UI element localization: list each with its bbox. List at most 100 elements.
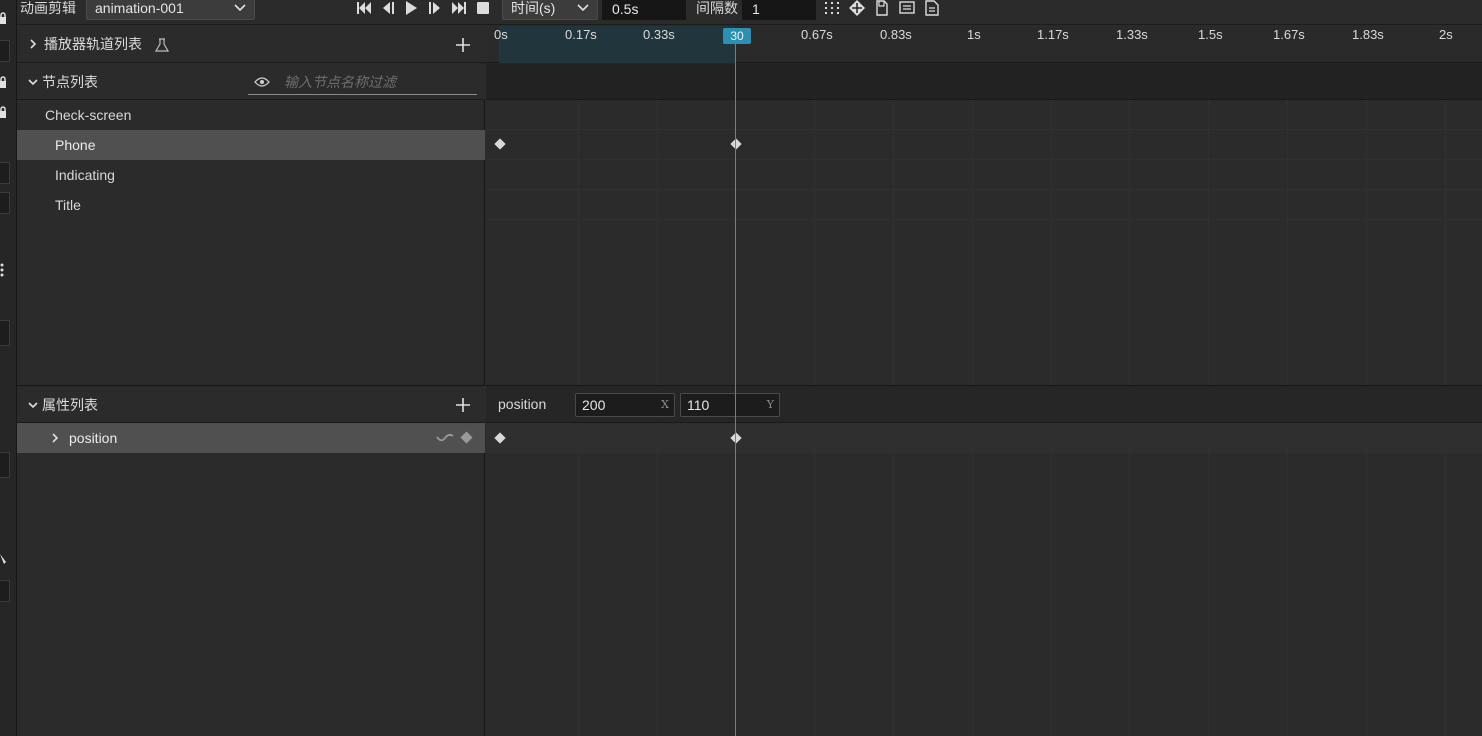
current-time-input[interactable]: 0.5s (602, 0, 686, 20)
tick-label: 1.67s (1273, 27, 1305, 42)
time-ruler[interactable]: 0s 0.17s 0.33s 0.67s 0.83s 1s 1.17s 1.33… (486, 26, 1482, 63)
jump-first-icon[interactable] (356, 0, 372, 16)
position-x-input[interactable]: 200 X (575, 393, 675, 417)
time-mode-value: 时间(s) (511, 0, 556, 16)
node-label: Indicating (55, 167, 115, 183)
row-divider (486, 129, 1482, 130)
property-keyframe-area[interactable] (486, 423, 1482, 736)
grid-line (1445, 100, 1446, 385)
chevron-down-icon[interactable] (28, 400, 38, 410)
grid-line (1051, 423, 1052, 736)
keyboard-icon[interactable] (899, 0, 915, 16)
playhead-line[interactable] (735, 44, 736, 736)
clip-select[interactable]: animation-001 (86, 0, 255, 20)
node-filter-input[interactable]: 输入节点名称过滤 (248, 70, 477, 95)
file-icon[interactable] (874, 0, 890, 16)
lock-icon[interactable] (0, 106, 8, 118)
timeline-panel: 0s 0.17s 0.33s 0.67s 0.83s 1s 1.17s 1.33… (486, 26, 1482, 736)
property-editor-name: position (498, 396, 547, 412)
tick-label: 0.83s (880, 27, 912, 42)
property-label: position (69, 430, 118, 446)
property-row-position[interactable]: position (17, 423, 485, 453)
grid-line (1287, 100, 1288, 385)
x-axis-label: X (661, 398, 669, 411)
node-row-title[interactable]: Title (17, 190, 485, 220)
document-icon[interactable] (924, 0, 940, 16)
grid-line (578, 423, 579, 736)
node-row-indicating[interactable]: Indicating (17, 160, 485, 190)
jump-last-icon[interactable] (451, 0, 467, 16)
tick-label: 0.17s (565, 27, 597, 42)
node-label: Title (55, 197, 81, 213)
grid-line (1287, 423, 1288, 736)
curve-icon[interactable] (436, 433, 454, 443)
keyframe-phone-start[interactable] (494, 138, 506, 150)
node-keyframe-area[interactable] (486, 100, 1482, 385)
animation-toolbar: 动画剪辑 animation-001 时间(s) 0.5s 间隔数 1 (17, 0, 1482, 25)
node-filter-placeholder: 输入节点名称过滤 (284, 74, 396, 90)
node-row-check-screen[interactable]: Check-screen (17, 100, 485, 130)
node-list-title: 节点列表 (42, 74, 98, 90)
chevron-down-icon (234, 4, 246, 12)
node-list-track-header (486, 64, 1482, 100)
lock-icon[interactable] (0, 76, 8, 88)
playhead-frame-badge[interactable]: 30 (723, 28, 751, 44)
position-y-input[interactable]: 110 Y (680, 393, 780, 417)
edge-button[interactable] (0, 162, 10, 184)
step-forward-icon[interactable] (427, 0, 443, 16)
played-range (499, 26, 735, 63)
edge-button[interactable] (0, 192, 10, 214)
row-divider (486, 219, 1482, 220)
tick-label: 0.33s (643, 27, 675, 42)
grid-line (1208, 100, 1209, 385)
grid-line (814, 100, 815, 385)
add-track-icon[interactable] (455, 37, 471, 53)
add-property-icon[interactable] (455, 397, 471, 413)
lock-icon[interactable] (0, 12, 8, 24)
step-back-icon[interactable] (380, 0, 396, 16)
play-icon[interactable] (403, 0, 419, 16)
tick-label: 1s (967, 27, 981, 42)
chevron-right-icon[interactable] (50, 433, 60, 443)
tick-label: 0s (494, 27, 508, 42)
flask-icon[interactable] (155, 38, 169, 52)
grid-line (814, 423, 815, 736)
tick-label: 1.83s (1352, 27, 1384, 42)
grid-line (1129, 100, 1130, 385)
grid-line (1051, 100, 1052, 385)
edge-button[interactable] (0, 580, 10, 602)
tree-panel: 播放器轨道列表 节点列表 输入节点名称过滤 Check-screen Phone… (17, 26, 485, 736)
move-keyframe-icon[interactable] (849, 0, 865, 16)
grid-line (578, 100, 579, 385)
grid-line (893, 423, 894, 736)
edge-button[interactable] (0, 320, 10, 346)
grid-line (893, 100, 894, 385)
chevron-down-icon[interactable] (28, 77, 38, 87)
stop-icon[interactable] (475, 0, 491, 16)
tick-label: 1.33s (1116, 27, 1148, 42)
y-axis-label: Y (766, 398, 774, 411)
row-divider (486, 189, 1482, 190)
brush-icon[interactable] (0, 552, 8, 566)
player-tracks-title: 播放器轨道列表 (44, 36, 142, 52)
tick-label: 1.5s (1198, 27, 1223, 42)
chevron-down-icon (577, 4, 589, 12)
more-icon[interactable] (0, 262, 6, 278)
property-list-title: 属性列表 (42, 397, 98, 413)
time-mode-select[interactable]: 时间(s) (502, 0, 598, 20)
grid-line (972, 423, 973, 736)
row-divider (486, 159, 1482, 160)
keyframe-phone-current[interactable] (730, 138, 742, 150)
eye-icon[interactable] (254, 77, 270, 87)
property-list-header[interactable]: 属性列表 (17, 385, 485, 423)
chevron-right-icon[interactable] (28, 39, 38, 49)
edge-button[interactable] (0, 40, 10, 62)
interval-input[interactable]: 1 (742, 0, 816, 20)
clip-select-value: animation-001 (95, 0, 184, 16)
node-label: Phone (55, 137, 96, 153)
edge-button[interactable] (0, 452, 10, 478)
grid-dots-icon[interactable] (824, 0, 840, 16)
player-tracks-header[interactable]: 播放器轨道列表 (17, 26, 485, 63)
node-row-phone[interactable]: Phone (17, 130, 485, 160)
keyframe-icon[interactable] (460, 431, 473, 444)
